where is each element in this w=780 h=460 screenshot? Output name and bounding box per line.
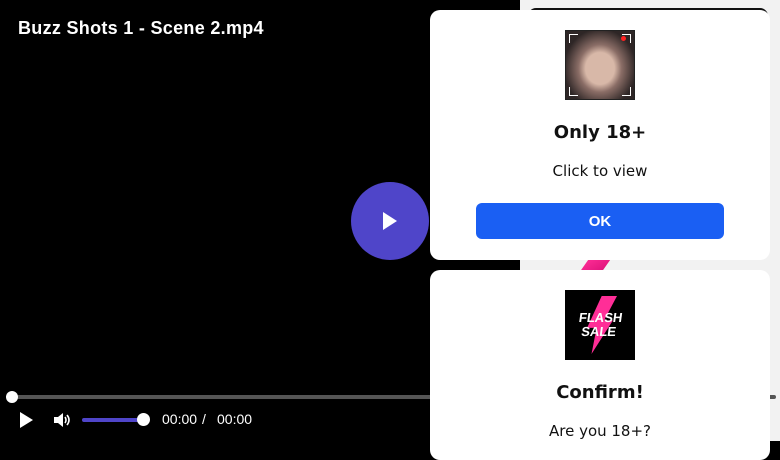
adult-thumbnail[interactable] <box>565 30 635 100</box>
volume-button[interactable] <box>52 410 72 430</box>
current-time: 00:00 <box>162 411 198 427</box>
video-title: Buzz Shots 1 - Scene 2.mp4 <box>18 18 264 38</box>
frame-corner <box>569 34 578 43</box>
flash-text-line2: SALE <box>580 324 618 339</box>
play-icon <box>20 412 33 428</box>
play-icon <box>383 212 397 230</box>
confirm-title: Confirm! <box>556 382 644 403</box>
confirm-popup[interactable]: FLASH SALE Confirm! Are you 18+? <box>430 270 770 460</box>
frame-corner <box>569 87 578 96</box>
popup-title: Only 18+ <box>553 122 647 143</box>
ok-button[interactable]: OK <box>476 203 724 239</box>
age-popup[interactable]: Only 18+ Click to view OK <box>430 10 770 260</box>
play-button[interactable] <box>16 410 36 430</box>
flash-sale-label: FLASH SALE <box>576 310 624 339</box>
big-play-button[interactable] <box>351 182 429 260</box>
frame-corner <box>622 87 631 96</box>
popup-subtitle: Click to view <box>552 162 648 180</box>
volume-knob[interactable] <box>137 413 150 426</box>
volume-slider[interactable] <box>82 418 144 422</box>
record-dot-icon <box>621 36 626 41</box>
confirm-subtitle: Are you 18+? <box>548 422 652 440</box>
flash-sale-thumbnail[interactable]: FLASH SALE <box>565 290 635 360</box>
flash-text-line1: FLASH <box>578 310 624 325</box>
volume-icon <box>54 413 70 427</box>
duration: 00:00 <box>217 411 253 427</box>
progress-knob[interactable] <box>6 391 18 403</box>
time-separator: / <box>202 411 206 427</box>
